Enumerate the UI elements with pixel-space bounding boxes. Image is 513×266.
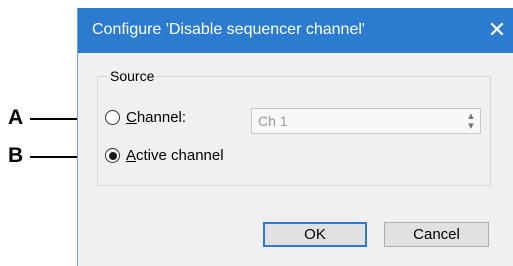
spin-up-icon[interactable]: ▲ <box>464 111 478 121</box>
ok-button[interactable]: OK <box>263 222 367 247</box>
active-channel-radio-button[interactable] <box>105 148 120 163</box>
active-channel-radio[interactable]: Active channel <box>105 147 224 164</box>
channel-radio[interactable]: Channel: <box>105 109 186 126</box>
channel-spinbox-value: Ch 1 <box>258 113 288 129</box>
dialog-title: Configure 'Disable sequencer channel' <box>92 21 365 38</box>
channel-radio-button[interactable] <box>105 110 120 125</box>
active-channel-radio-label: Active channel <box>126 147 224 164</box>
close-icon: ✕ <box>487 17 507 43</box>
channel-spinbox[interactable]: Ch 1 ▲ ▼ <box>251 108 481 134</box>
spin-down-icon[interactable]: ▼ <box>464 121 478 131</box>
close-button[interactable]: ✕ <box>480 8 513 53</box>
title-bar: Configure 'Disable sequencer channel' ✕ <box>78 8 513 53</box>
source-group-label: Source <box>107 68 158 84</box>
cancel-button[interactable]: Cancel <box>384 222 489 247</box>
channel-radio-label: Channel: <box>126 109 187 126</box>
callout-label-b: B <box>8 144 24 167</box>
radio-selected-dot <box>108 151 117 160</box>
callout-label-a: A <box>8 106 24 129</box>
